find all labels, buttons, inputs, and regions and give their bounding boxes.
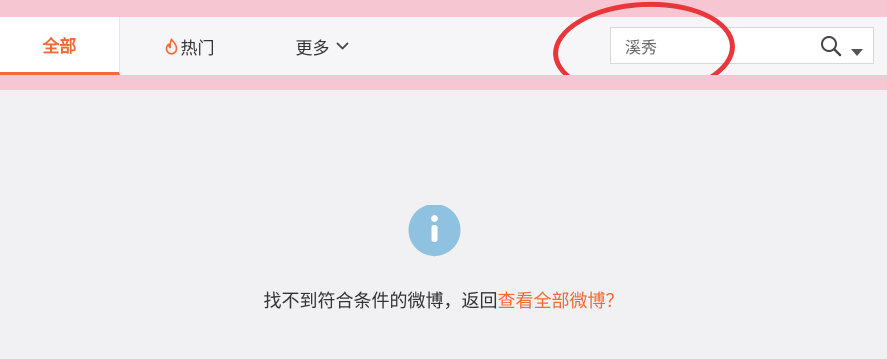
tab-more-label: 更多 [295,38,330,59]
chevron-down-icon [336,42,349,51]
caret-down-icon[interactable] [851,42,863,56]
top-pink-band [0,0,887,17]
pink-band [0,75,887,90]
view-all-weibo-link[interactable]: 查看全部微博？ [498,291,624,312]
tab-all-label: 全部 [42,37,77,57]
empty-state-area: 找不到符合条件的微博，返回查看全部微博？ [0,90,887,359]
tab-hot[interactable]: 热门 [158,17,220,75]
empty-message: 找不到符合条件的微博，返回查看全部微博？ [0,287,887,313]
search-input[interactable] [611,28,811,63]
search-box [610,27,874,64]
tab-more[interactable]: 更多 [290,17,354,75]
flame-icon [164,37,179,55]
tab-hot-label: 热门 [180,38,215,59]
search-icon[interactable] [819,34,843,58]
info-icon [406,204,463,258]
empty-message-text: 找不到符合条件的微博，返回 [263,291,498,312]
tab-all[interactable]: 全部 [0,17,120,75]
